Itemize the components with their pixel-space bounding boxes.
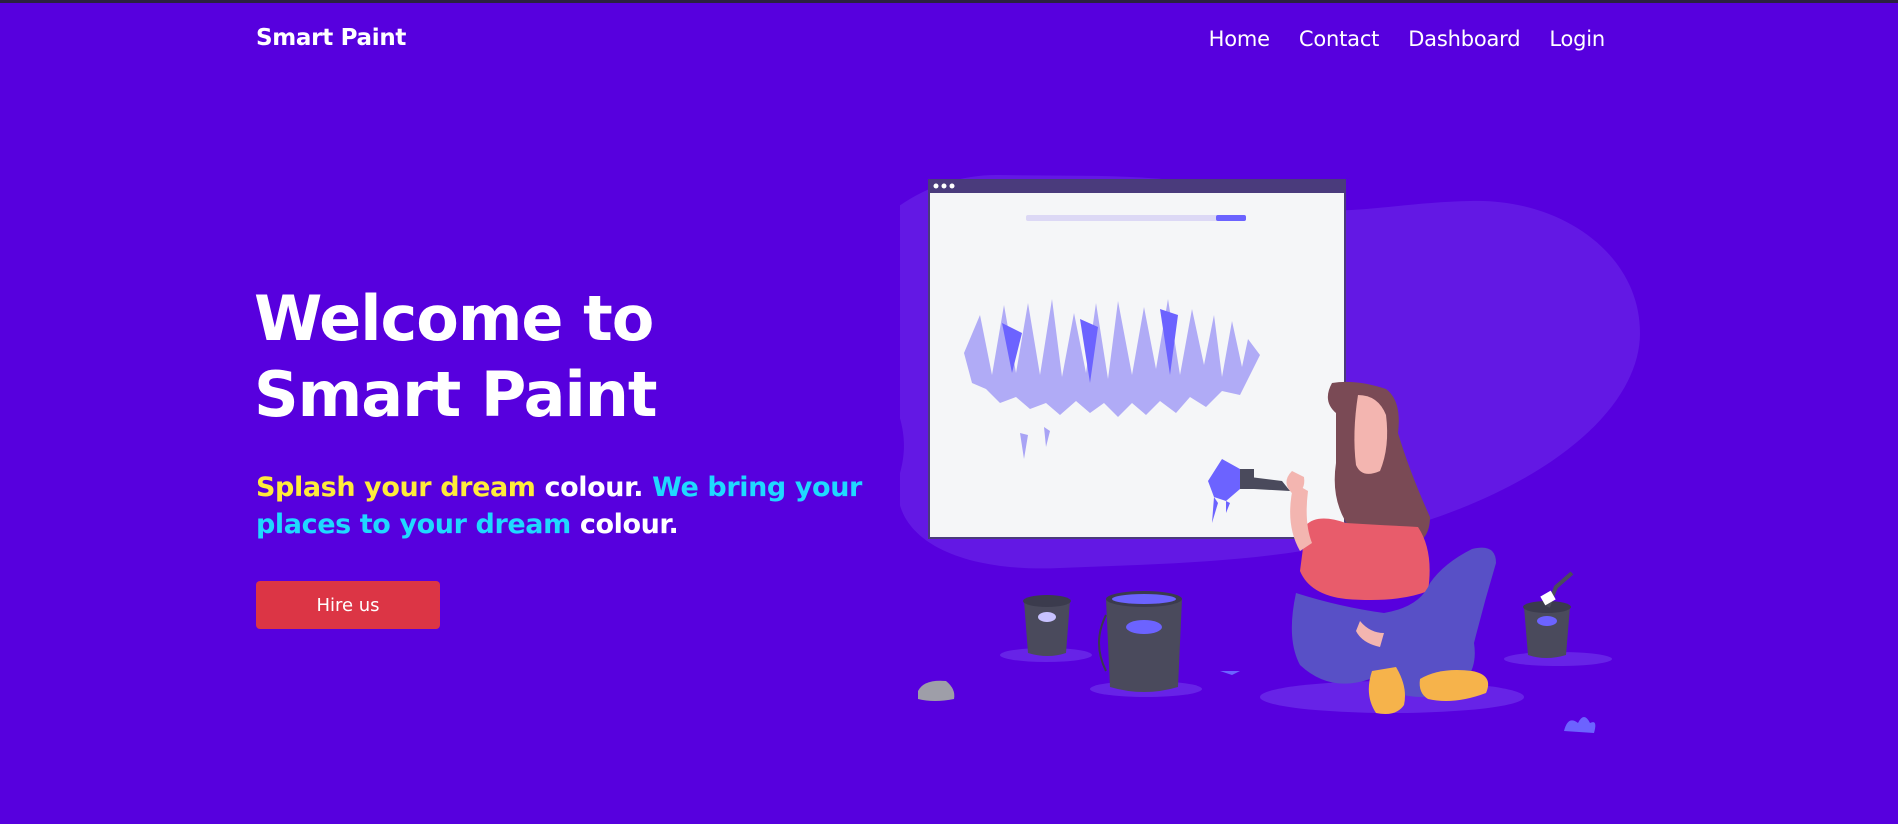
navbar: Smart Paint Home Contact Dashboard Login <box>0 3 1898 83</box>
nav-dashboard-link[interactable]: Dashboard <box>1408 27 1520 51</box>
tagline-part-1: Splash your dream <box>256 472 545 503</box>
paint-bucket-right <box>1523 571 1574 658</box>
flower-decor <box>1564 717 1596 733</box>
nav-links: Home Contact Dashboard Login <box>1209 27 1606 51</box>
nav-login-link[interactable]: Login <box>1549 27 1605 51</box>
hero-title-line1: Welcome to <box>254 282 654 355</box>
paint-bucket-large <box>1098 591 1182 692</box>
hero-title: Welcome to Smart Paint <box>254 281 658 433</box>
nav-home-link[interactable]: Home <box>1209 27 1270 51</box>
tagline-part-2: colour. <box>544 472 653 503</box>
hire-us-button[interactable]: Hire us <box>256 581 440 629</box>
hero-title-line2: Smart Paint <box>254 358 658 431</box>
rock <box>918 680 955 701</box>
nav-contact-link[interactable]: Contact <box>1299 27 1380 51</box>
tagline-part-4: colour. <box>579 509 679 540</box>
paint-bucket-small <box>1023 595 1071 656</box>
hero-tagline: Splash your dream colour. We bring your … <box>256 469 866 543</box>
paint-drop <box>1220 671 1240 675</box>
woman-painting-illustration <box>900 174 1640 733</box>
brand-logo[interactable]: Smart Paint <box>256 25 406 51</box>
